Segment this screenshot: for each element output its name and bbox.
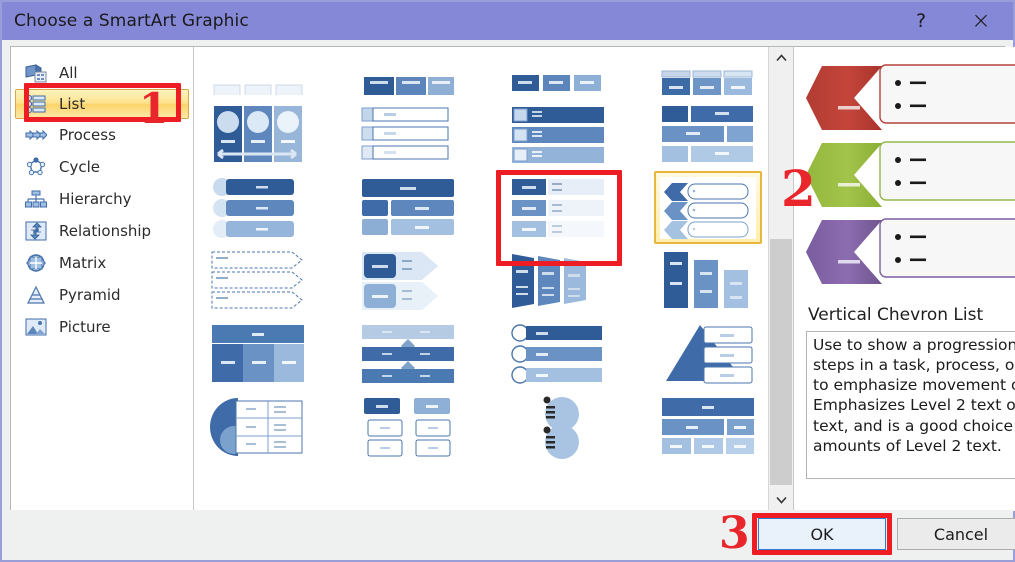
- gallery-item[interactable]: [654, 244, 762, 317]
- cycle-icon: [25, 157, 47, 177]
- gallery-item[interactable]: [354, 98, 462, 171]
- relationship-icon: [25, 221, 47, 241]
- sidebar-item-label: Relationship: [59, 222, 152, 240]
- smartart-grid: [204, 47, 762, 463]
- matrix-icon: [25, 253, 47, 273]
- gallery-item[interactable]: [204, 47, 312, 98]
- chevron-down-icon[interactable]: [769, 489, 793, 511]
- sidebar-item-matrix[interactable]: Matrix: [11, 247, 193, 279]
- sidebar-item-label: All: [59, 64, 78, 82]
- gallery-item[interactable]: [204, 171, 312, 244]
- sidebar-item-label: Picture: [59, 318, 111, 336]
- chevron-up-icon[interactable]: [769, 47, 793, 69]
- category-sidebar: All List Process Cycle Hierarchy Relatio…: [11, 47, 194, 511]
- sidebar-item-list[interactable]: List: [15, 89, 189, 119]
- ok-button[interactable]: OK: [758, 518, 886, 550]
- sidebar-item-label: List: [59, 95, 86, 113]
- preview-graphic: [806, 55, 1015, 305]
- gallery-panel: [194, 47, 793, 511]
- smartart-dialog: Choose a SmartArt Graphic ? × All List P…: [0, 0, 1015, 562]
- sidebar-item-label: Matrix: [59, 254, 107, 272]
- gallery-item[interactable]: [354, 390, 462, 463]
- scrollbar-thumb[interactable]: [770, 239, 792, 485]
- gallery-item[interactable]: [504, 98, 612, 171]
- cancel-button[interactable]: Cancel: [897, 518, 1015, 550]
- dialog-content: All List Process Cycle Hierarchy Relatio…: [10, 46, 1015, 512]
- gallery-item[interactable]: [504, 47, 612, 98]
- pyramid-icon: [25, 285, 47, 305]
- picture-icon: [25, 317, 47, 337]
- gallery-item[interactable]: [204, 390, 312, 463]
- gallery-scroll-area[interactable]: [194, 47, 768, 511]
- title-bar: Choose a SmartArt Graphic ? ×: [2, 2, 1013, 40]
- gallery-item[interactable]: [354, 171, 462, 244]
- gallery-item[interactable]: [654, 98, 762, 171]
- gallery-item[interactable]: [204, 317, 312, 390]
- sidebar-item-hierarchy[interactable]: Hierarchy: [11, 183, 193, 215]
- gallery-item[interactable]: [654, 47, 762, 98]
- gallery-item-vertical-chevron-list[interactable]: [654, 171, 762, 244]
- sidebar-item-all[interactable]: All: [11, 57, 193, 89]
- sidebar-item-label: Process: [59, 126, 116, 144]
- sidebar-item-cycle[interactable]: Cycle: [11, 151, 193, 183]
- gallery-item[interactable]: [354, 244, 462, 317]
- sidebar-item-pyramid[interactable]: Pyramid: [11, 279, 193, 311]
- close-icon[interactable]: ×: [949, 2, 1013, 40]
- all-icon: [25, 63, 47, 83]
- gallery-item[interactable]: [654, 317, 762, 390]
- sidebar-item-relationship[interactable]: Relationship: [11, 215, 193, 247]
- gallery-item[interactable]: [504, 390, 612, 463]
- question-mark-icon[interactable]: ?: [893, 2, 949, 40]
- annotation-number-3: 3: [719, 508, 750, 559]
- preview-title: Vertical Chevron List: [808, 305, 984, 325]
- dialog-footer: OK Cancel 3: [2, 508, 1015, 560]
- process-icon: [25, 125, 47, 145]
- sidebar-item-label: Hierarchy: [59, 190, 132, 208]
- gallery-item[interactable]: [504, 317, 612, 390]
- gallery-scrollbar[interactable]: [768, 47, 793, 511]
- page-title: Choose a SmartArt Graphic: [14, 11, 249, 31]
- gallery-item[interactable]: [204, 98, 312, 171]
- sidebar-item-label: Cycle: [59, 158, 100, 176]
- list-icon: [25, 94, 47, 114]
- sidebar-item-picture[interactable]: Picture: [11, 311, 193, 343]
- gallery-item[interactable]: [354, 317, 462, 390]
- preview-pane: Vertical Chevron List Use to show a prog…: [781, 47, 1015, 511]
- hierarchy-icon: [25, 189, 47, 209]
- gallery-item[interactable]: [504, 244, 612, 317]
- sidebar-item-label: Pyramid: [59, 286, 121, 304]
- preview-description: Use to show a progression or sequential …: [806, 331, 1015, 479]
- gallery-item[interactable]: [204, 244, 312, 317]
- gallery-item[interactable]: [354, 47, 462, 98]
- gallery-item[interactable]: [654, 390, 762, 463]
- sidebar-item-process[interactable]: Process: [11, 119, 193, 151]
- gallery-item[interactable]: [504, 171, 612, 244]
